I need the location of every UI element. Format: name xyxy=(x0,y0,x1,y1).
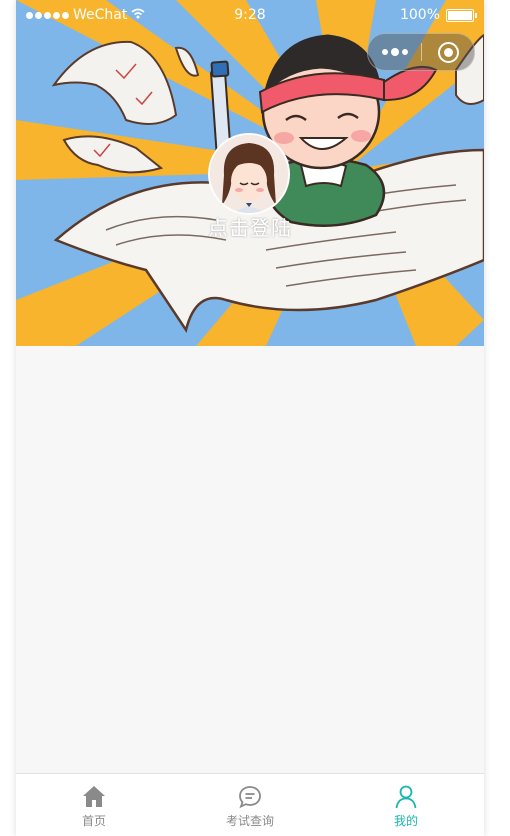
tab-mine-label: 我的 xyxy=(393,814,418,828)
tab-home[interactable]: 首页 xyxy=(16,774,172,836)
tab-bar: 首页 考试查询 我的 xyxy=(16,773,484,836)
avatar-girl-icon xyxy=(210,135,288,213)
battery-indicator: 100% xyxy=(399,7,477,23)
mini-program-capsule xyxy=(367,33,475,71)
chat-icon xyxy=(239,786,261,809)
tab-home-label: 首页 xyxy=(81,814,106,828)
tab-exam-query[interactable]: 考试查询 xyxy=(172,774,328,836)
login-label[interactable]: 点击登陆 xyxy=(16,212,484,241)
user-icon xyxy=(395,785,417,809)
tab-exam-query-label: 考试查询 xyxy=(225,814,274,828)
avatar[interactable] xyxy=(208,133,290,215)
phone-screen: WeChat 9:28 100% 点击登陆 首页 考试查询 我的 xyxy=(16,0,484,836)
capsule-divider xyxy=(421,43,422,61)
home-icon xyxy=(83,786,105,807)
more-icon[interactable] xyxy=(382,48,408,56)
status-bar: WeChat 9:28 100% xyxy=(16,0,484,32)
profile-banner: WeChat 9:28 100% 点击登陆 xyxy=(16,0,484,346)
battery-icon xyxy=(446,8,477,22)
tab-mine[interactable]: 我的 xyxy=(328,774,484,836)
battery-label: 100% xyxy=(399,7,440,23)
close-icon[interactable] xyxy=(438,42,459,63)
